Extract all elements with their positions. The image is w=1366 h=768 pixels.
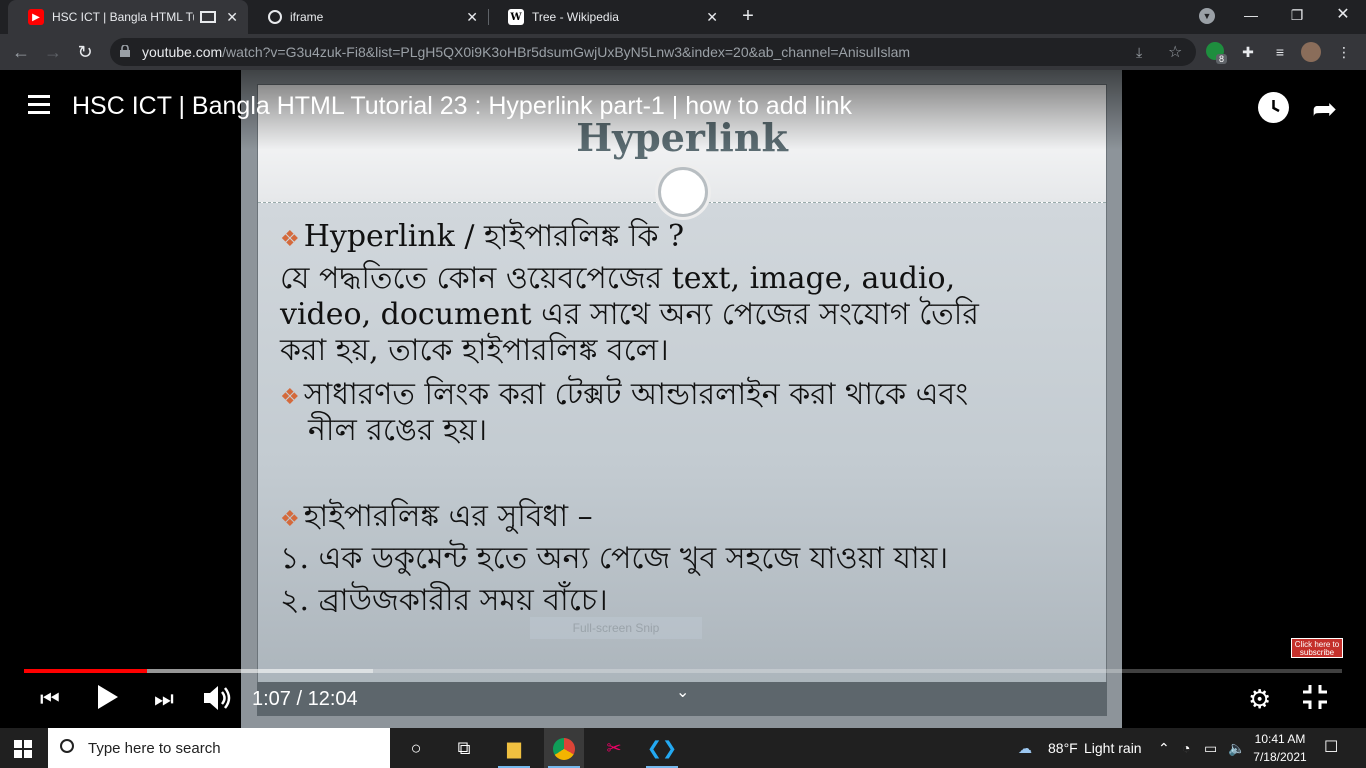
- tab-title: iframe: [290, 10, 324, 24]
- slide-item-1: ১. এক ডকুমেন্ট হতে অন্য পেজে খুব সহজে যা…: [280, 541, 949, 576]
- next-video-icon[interactable]: ⏭: [154, 686, 174, 712]
- restore-button[interactable]: ❐: [1274, 0, 1320, 32]
- bookmark-star-icon[interactable]: ☆: [1168, 42, 1182, 62]
- slide-para-1a: যে পদ্ধতিতে কোন ওয়েবপেজের text, image, …: [280, 261, 956, 296]
- notifications-icon[interactable]: ☐: [1324, 728, 1338, 768]
- exit-fullscreen-icon[interactable]: [1302, 684, 1328, 715]
- taskbar-search-input[interactable]: Type here to search: [48, 728, 390, 768]
- slide-para-1b: video, document এর সাথে অন্য পেজের সংযোগ…: [280, 297, 979, 332]
- battery-icon[interactable]: ▭: [1204, 728, 1217, 768]
- slide-circle-ornament: [658, 167, 708, 217]
- network-icon[interactable]: ◔: [1182, 728, 1190, 768]
- new-tab-button[interactable]: +: [736, 5, 760, 29]
- chevron-down-icon[interactable]: ⌄: [676, 682, 689, 702]
- volume-tray-icon[interactable]: 🔈: [1228, 728, 1245, 768]
- picture-in-picture-icon[interactable]: [200, 11, 216, 23]
- weather-icon[interactable]: ☁: [1018, 728, 1032, 768]
- diamond-bullet-icon: ❖: [280, 507, 300, 532]
- show-hidden-icons-icon[interactable]: ⌃: [1158, 728, 1170, 768]
- extension-badge: 8: [1216, 54, 1228, 64]
- playlist-menu-icon[interactable]: [28, 95, 54, 117]
- lock-icon: [120, 45, 130, 57]
- install-app-icon[interactable]: ⤓: [1136, 44, 1142, 61]
- file-explorer-icon[interactable]: ▆: [494, 728, 534, 768]
- wikipedia-icon: W: [508, 9, 524, 25]
- url-path: /watch?v=G3u4zuk-Fi8&list=PLgH5QX0i9K3oH…: [222, 44, 911, 60]
- youtube-icon: ▶: [28, 9, 44, 25]
- tab-search-button[interactable]: ▼: [1184, 0, 1230, 32]
- slide-para-1c: করা হয়, তাকে হাইপারলিঙ্ক বলে।: [280, 333, 669, 368]
- menu-kebab-icon[interactable]: ⋮: [1334, 42, 1354, 62]
- close-tab-icon[interactable]: ✕: [466, 9, 478, 26]
- slide-text: সাধারণত লিংক করা টেক্সট আন্ডারলাইন করা থ…: [303, 377, 969, 412]
- time-display: 1:07 / 12:04: [252, 688, 358, 710]
- back-button[interactable]: ←: [8, 39, 34, 65]
- slide-item-2: ২. ব্রাউজকারীর সময় বাঁচে।: [280, 583, 608, 618]
- settings-gear-icon[interactable]: ⚙: [1248, 684, 1271, 715]
- url-host: youtube.com: [142, 44, 223, 60]
- close-tab-icon[interactable]: ✕: [706, 9, 718, 26]
- tab-title: HSC ICT | Bangla HTML Tutorial 23 : Hype…: [52, 10, 194, 24]
- slide-text: Hyperlink / হাইপারলিঙ্ক কি ?: [303, 219, 685, 254]
- slide-line-2: ❖ সাধারণত লিংক করা টেক্সট আন্ডারলাইন করা …: [280, 377, 968, 416]
- diamond-bullet-icon: ❖: [280, 227, 300, 252]
- forward-button[interactable]: →: [40, 39, 66, 65]
- globe-icon: [268, 10, 282, 24]
- minimize-button[interactable]: —: [1228, 0, 1274, 32]
- diamond-bullet-icon: ❖: [280, 385, 300, 410]
- reload-button[interactable]: ↻: [72, 39, 98, 65]
- clock-date: 7/18/2021: [1253, 750, 1307, 764]
- subscribe-watermark[interactable]: Click here to subscribe: [1291, 638, 1343, 658]
- address-bar[interactable]: youtube.com/watch?v=G3u4zuk-Fi8&list=PLg…: [110, 38, 1196, 66]
- search-placeholder: Type here to search: [88, 739, 221, 757]
- volume-icon[interactable]: [202, 684, 234, 717]
- cortana-icon[interactable]: ○: [396, 728, 436, 768]
- chrome-icon[interactable]: [544, 728, 584, 768]
- windows-taskbar: Type here to search ○ ⧉ ▆ ✂ ❮❯ ☁ 88°F Li…: [0, 728, 1366, 768]
- profile-avatar[interactable]: [1301, 42, 1321, 62]
- watch-later-icon[interactable]: [1258, 92, 1289, 123]
- share-icon[interactable]: ➦: [1312, 92, 1337, 127]
- previous-video-icon[interactable]: ⏮: [40, 686, 60, 712]
- browser-toolbar: ← → ↻ youtube.com/watch?v=G3u4zuk-Fi8&li…: [0, 34, 1366, 70]
- weather-desc[interactable]: Light rain: [1084, 728, 1142, 768]
- slide-text: হাইপারলিঙ্ক এর সুবিধা –: [303, 499, 593, 534]
- slide-line-2b: নীল রঙের হয়।: [308, 413, 488, 448]
- weather-temp[interactable]: 88°F: [1048, 728, 1078, 768]
- slide-line-3: ❖ হাইপারলিঙ্ক এর সুবিধা –: [280, 499, 593, 538]
- tab-title: Tree - Wikipedia: [532, 10, 619, 24]
- search-icon: [60, 739, 74, 753]
- slide-content: Hyperlink ❖Hyperlink / হাইপারলিঙ্ক কি ? …: [257, 84, 1107, 716]
- video-title[interactable]: HSC ICT | Bangla HTML Tutorial 23 : Hype…: [72, 92, 852, 121]
- system-clock[interactable]: 10:41 AM 7/18/2021: [1250, 730, 1310, 766]
- video-frame-slide: Hyperlink ❖Hyperlink / হাইপারলিঙ্ক কি ? …: [241, 70, 1122, 728]
- progress-played: [24, 669, 147, 673]
- tab-youtube[interactable]: ▶ HSC ICT | Bangla HTML Tutorial 23 : Hy…: [8, 0, 248, 34]
- task-view-icon[interactable]: ⧉: [444, 728, 484, 768]
- tab-strip: ▶ HSC ICT | Bangla HTML Tutorial 23 : Hy…: [0, 0, 1366, 34]
- tab-iframe[interactable]: iframe ✕: [248, 0, 488, 34]
- close-window-button[interactable]: ✕: [1320, 0, 1366, 32]
- windows-start-icon[interactable]: [14, 740, 32, 758]
- clock-time: 10:41 AM: [1254, 732, 1306, 746]
- snip-label: Full-screen Snip: [530, 617, 702, 639]
- video-player[interactable]: Hyperlink ❖Hyperlink / হাইপারলিঙ্ক কি ? …: [0, 70, 1366, 728]
- snip-sketch-icon[interactable]: ✂: [594, 728, 634, 768]
- close-tab-icon[interactable]: ✕: [226, 9, 238, 26]
- slide-line-1: ❖ Hyperlink / হাইপারলিঙ্ক কি ?: [280, 219, 684, 258]
- extensions-puzzle-icon[interactable]: ✚: [1238, 42, 1258, 62]
- tab-wikipedia[interactable]: W Tree - Wikipedia ✕: [488, 0, 728, 34]
- progress-bar[interactable]: [24, 669, 1342, 673]
- play-icon[interactable]: [96, 684, 120, 715]
- vscode-icon[interactable]: ❮❯: [642, 728, 682, 768]
- media-control-icon[interactable]: ≡: [1270, 42, 1290, 62]
